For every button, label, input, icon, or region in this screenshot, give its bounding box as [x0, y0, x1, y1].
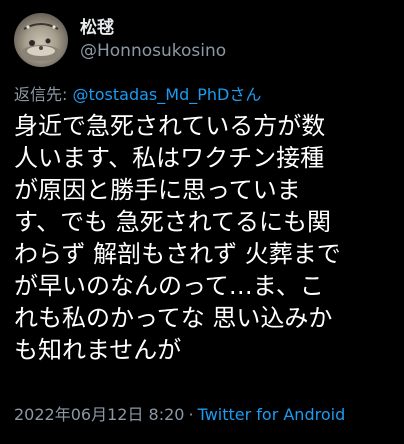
reply-context: 返信先: @tostadas_Md_PhDさん [14, 84, 261, 106]
tweet-text-line: が早いのなんのって…ま、こ [14, 272, 324, 300]
reply-prefix: 返信先: [14, 85, 73, 104]
tweet-text-line: 人います、私はワクチン接種 [14, 144, 325, 172]
author-names: 松毬 @Honnosukosino [80, 17, 226, 63]
tweet-text-line: わらず 解剖もされず 火葬まで [14, 240, 341, 268]
tweet-text: 身近で急死されている方が数 人います、私はワクチン接種 が原因と勝手に思っていま… [14, 110, 394, 366]
tweet-text-line: が原因と勝手に思っていま [14, 176, 301, 204]
tweet-text-line: 身近で急死されている方が数 [14, 112, 326, 140]
timestamp[interactable]: 2022年06月12日 8:20 [14, 405, 184, 424]
tweet-text-line: す、でも 急死されてるにも関 [14, 208, 331, 236]
tweet-header: 松毬 @Honnosukosino [14, 10, 226, 70]
tweet-meta: 2022年06月12日 8:20 · Twitter for Android [14, 404, 345, 426]
avatar-image-icon [21, 23, 61, 61]
client-link[interactable]: Twitter for Android [198, 405, 346, 424]
avatar[interactable] [14, 13, 68, 67]
author-display-name[interactable]: 松毬 [80, 17, 226, 39]
tweet-text-line: れも私のかってな 思い込みか [14, 304, 333, 332]
author-handle[interactable]: @Honnosukosino [80, 39, 226, 63]
meta-separator: · [188, 405, 194, 424]
tweet-card: 松毬 @Honnosukosino 返信先: @tostadas_Md_PhDさ… [0, 0, 404, 444]
tweet-text-line: も知れませんが [14, 336, 182, 364]
reply-target-link[interactable]: @tostadas_Md_PhDさん [72, 85, 261, 104]
